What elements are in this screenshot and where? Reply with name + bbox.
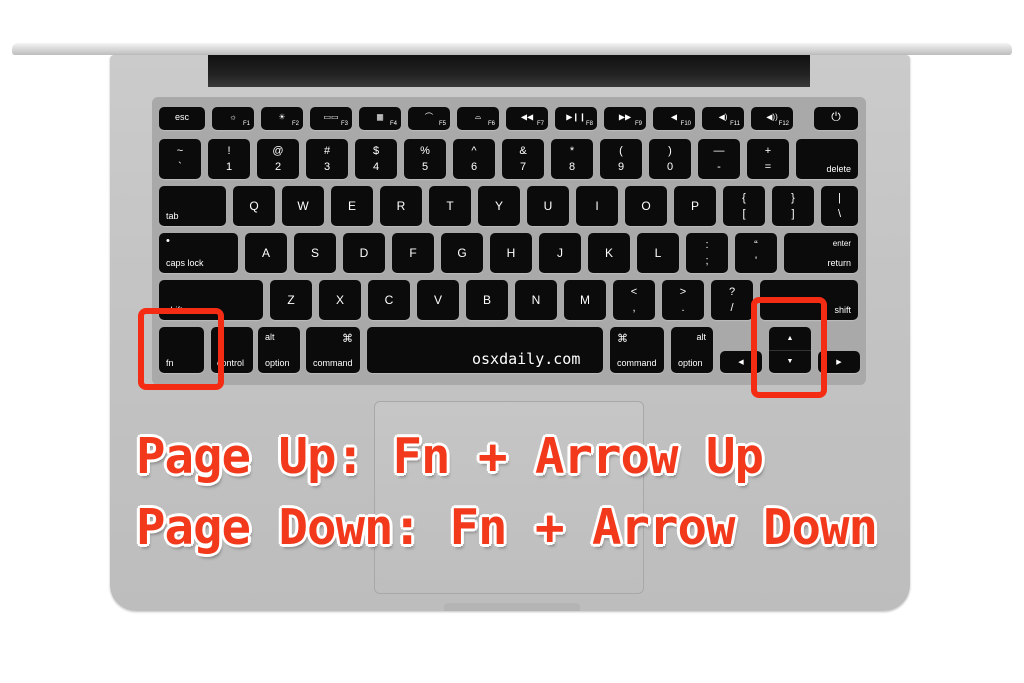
key-q[interactable]: Q [233,186,275,226]
key-0[interactable]: ) 0 [649,139,691,179]
key-3[interactable]: # 3 [306,139,348,179]
key-f10[interactable]: ◀ F10 [653,107,695,130]
key-backslash[interactable]: | \ [821,186,858,226]
key-n[interactable]: N [515,280,557,320]
key-w[interactable]: W [282,186,324,226]
key-f4[interactable]: ▦ F4 [359,107,401,130]
key-b[interactable]: B [466,280,508,320]
key-d[interactable]: D [343,233,385,273]
key-1[interactable]: ! 1 [208,139,250,179]
key-f2[interactable]: ☀ F2 [261,107,303,130]
key-f9[interactable]: ▶▶ F9 [604,107,646,130]
key-5[interactable]: % 5 [404,139,446,179]
key-s[interactable]: S [294,233,336,273]
key-f3[interactable]: ▭▭ F3 [310,107,352,130]
key-t[interactable]: T [429,186,471,226]
key-left-bracket[interactable]: { [ [723,186,765,226]
key-minus[interactable]: — - [698,139,740,179]
laptop-lid-edge [12,43,1012,55]
command-icon: ⌘ [342,333,353,345]
key-f12[interactable]: ◀)) F12 [751,107,793,130]
power-icon: ⏻ [831,109,841,124]
key-2[interactable]: @ 2 [257,139,299,179]
key-f5[interactable]: ⌒ F5 [408,107,450,130]
key-esc[interactable]: esc [159,107,205,130]
key-delete[interactable]: delete [796,139,858,179]
key-i[interactable]: I [576,186,618,226]
key-backtick[interactable]: ~ ` [159,139,201,179]
key-power[interactable]: ⏻ [814,107,858,130]
key-f11[interactable]: ◀) F11 [702,107,744,130]
caption-page-up: Page Up: Fn + Arrow Up [136,428,764,485]
key-g[interactable]: G [441,233,483,273]
key-f8[interactable]: ▶❙❙ F8 [555,107,597,130]
key-r[interactable]: R [380,186,422,226]
key-left-command[interactable]: ⌘ command [306,327,360,373]
key-semicolon[interactable]: : ; [686,233,728,273]
key-m[interactable]: M [564,280,606,320]
key-j[interactable]: J [539,233,581,273]
key-f7[interactable]: ◀◀ F7 [506,107,548,130]
key-a[interactable]: A [245,233,287,273]
watermark: osxdaily.com [472,350,581,368]
key-right-command[interactable]: ⌘ command [610,327,664,373]
caption-page-down: Page Down: Fn + Arrow Down [136,499,878,556]
key-f[interactable]: F [392,233,434,273]
key-period[interactable]: > . [662,280,704,320]
key-e[interactable]: E [331,186,373,226]
key-comma[interactable]: < , [613,280,655,320]
key-6[interactable]: ^ 6 [453,139,495,179]
key-right-option[interactable]: alt option [671,327,713,373]
key-left-option[interactable]: alt option [258,327,300,373]
key-9[interactable]: ( 9 [600,139,642,179]
key-u[interactable]: U [527,186,569,226]
arrow-keys-highlight [751,297,827,398]
key-v[interactable]: V [417,280,459,320]
key-l[interactable]: L [637,233,679,273]
key-z[interactable]: Z [270,280,312,320]
key-8[interactable]: * 8 [551,139,593,179]
key-tab[interactable]: tab [159,186,226,226]
key-f1[interactable]: ☼ F1 [212,107,254,130]
caps-lock-indicator-icon: • [166,235,170,247]
key-7[interactable]: & 7 [502,139,544,179]
key-return[interactable]: enter return [784,233,858,273]
key-y[interactable]: Y [478,186,520,226]
key-c[interactable]: C [368,280,410,320]
key-x[interactable]: X [319,280,361,320]
laptop-hinge [208,55,810,87]
command-icon: ⌘ [617,333,628,345]
key-equals[interactable]: + = [747,139,789,179]
key-h[interactable]: H [490,233,532,273]
key-quote[interactable]: “ ' [735,233,777,273]
key-p[interactable]: P [674,186,716,226]
key-4[interactable]: $ 4 [355,139,397,179]
key-right-bracket[interactable]: } ] [772,186,814,226]
key-k[interactable]: K [588,233,630,273]
key-slash[interactable]: ? / [711,280,753,320]
lid-notch [444,603,580,611]
key-f6[interactable]: ⌓ F6 [457,107,499,130]
key-o[interactable]: O [625,186,667,226]
key-caps-lock[interactable]: • caps lock [159,233,238,273]
fn-key-highlight [138,308,224,390]
